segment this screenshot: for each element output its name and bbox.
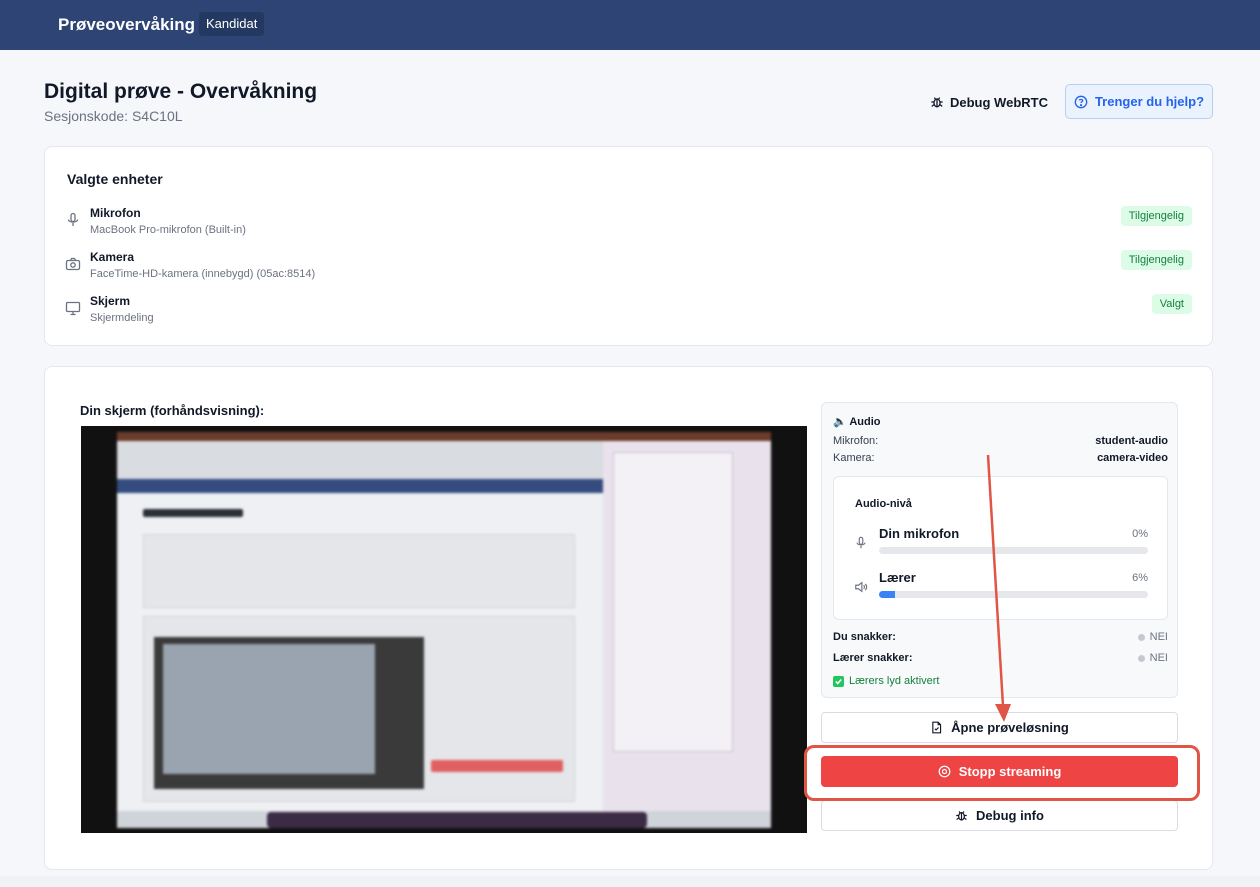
open-solution-label: Åpne prøveløsning: [951, 720, 1069, 735]
mic-track-label: Mikrofon:: [833, 435, 879, 447]
level-bar: [879, 547, 1148, 554]
level-row-teacher: Lærer 6%: [854, 570, 1148, 604]
level-bar-fill: [879, 591, 896, 598]
top-bar: Prøveovervåking Kandidat: [0, 0, 1260, 50]
debug-info-button[interactable]: Debug info: [821, 800, 1178, 831]
microphone-icon: [856, 536, 866, 549]
audio-level-title: Audio-nivå: [855, 498, 912, 510]
teacher-audio-label: Lærers lyd aktivert: [849, 675, 940, 687]
audio-title: 🔈 Audio: [833, 416, 881, 428]
devices-title: Valgte enheter: [67, 171, 163, 187]
status-badge: Tilgjengelig: [1120, 206, 1192, 226]
open-solution-button[interactable]: Åpne prøveløsning: [821, 712, 1178, 743]
level-percent: 0%: [1132, 528, 1148, 540]
microphone-icon: [67, 212, 79, 226]
teacher-audio-status: Lærers lyd aktivert: [833, 675, 939, 687]
stop-streaming-label: Stopp streaming: [958, 764, 1062, 779]
device-row-screen: Skjerm Skjermdeling Valgt: [65, 294, 1192, 330]
status-badge: Tilgjengelig: [1120, 250, 1192, 270]
audio-panel: 🔈 Audio Mikrofon: student-audio Kamera: …: [821, 402, 1178, 698]
debug-info-label: Debug info: [976, 808, 1044, 823]
you-speaking-value: NEI: [1149, 631, 1168, 643]
device-row-microphone: Mikrofon MacBook Pro-mikrofon (Built-in)…: [65, 206, 1192, 242]
bug-icon: [956, 811, 967, 821]
device-detail: FaceTime-HD-kamera (innebygd) (05ac:8514…: [90, 268, 316, 280]
app-brand: Prøveovervåking: [58, 15, 196, 34]
camera-track-label: Kamera:: [833, 452, 875, 464]
stop-circle-icon: [938, 765, 951, 778]
stop-streaming-button[interactable]: Stopp streaming: [821, 756, 1178, 787]
level-bar: [879, 591, 1148, 598]
question-circle-icon: [1074, 95, 1088, 108]
audio-level-box: Audio-nivå Din mikrofon 0% Lærer 6%: [833, 476, 1168, 620]
screen-preview: [81, 426, 807, 833]
device-detail: MacBook Pro-mikrofon (Built-in): [90, 224, 246, 236]
help-button[interactable]: Trenger du hjelp?: [1065, 84, 1213, 119]
mic-track-value: student-audio: [1095, 435, 1168, 447]
teacher-speaking-value: NEI: [1149, 652, 1168, 664]
help-button-label: Trenger du hjelp?: [1094, 94, 1205, 109]
role-badge: Kandidat: [199, 12, 265, 36]
document-icon: [932, 721, 942, 734]
blurred-screen-capture: [117, 432, 771, 828]
camera-track-value: camera-video: [1097, 452, 1168, 464]
session-code: Sesjonskode: S4C10L: [44, 108, 183, 124]
level-row-my-mic: Din mikrofon 0%: [854, 526, 1148, 560]
status-dot: [1137, 654, 1145, 662]
monitor-icon: [65, 301, 81, 316]
device-detail: Skjermdeling: [90, 312, 154, 324]
camera-icon: [65, 257, 81, 271]
device-row-camera: Kamera FaceTime-HD-kamera (innebygd) (05…: [65, 250, 1192, 286]
device-name: Kamera: [90, 250, 135, 264]
level-name: Din mikrofon: [879, 526, 960, 541]
speaker-icon: [855, 581, 868, 593]
page-title: Digital prøve - Overvåkning: [44, 80, 318, 103]
bug-icon: [931, 97, 943, 108]
level-percent: 6%: [1132, 572, 1148, 584]
you-speaking-label: Du snakker:: [833, 631, 896, 643]
level-name: Lærer: [879, 570, 916, 585]
selected-devices-card: Valgte enheter Mikrofon MacBook Pro-mikr…: [44, 146, 1213, 346]
device-name: Skjerm: [90, 294, 131, 308]
screen-preview-label: Din skjerm (forhåndsvisning):: [80, 403, 265, 418]
status-badge: Valgt: [1151, 294, 1192, 314]
teacher-speaking-label: Lærer snakker:: [833, 652, 913, 664]
checkmark-icon: [833, 675, 844, 687]
debug-webrtc-label: Debug WebRTC: [950, 94, 1048, 110]
page-bottom: [0, 876, 1260, 887]
status-dot: [1137, 633, 1145, 641]
debug-webrtc-button[interactable]: Debug WebRTC: [930, 90, 1048, 114]
monitoring-card: Din skjerm (forhåndsvisning): 🔈 Audio Mi…: [44, 366, 1213, 870]
device-name: Mikrofon: [90, 206, 141, 220]
